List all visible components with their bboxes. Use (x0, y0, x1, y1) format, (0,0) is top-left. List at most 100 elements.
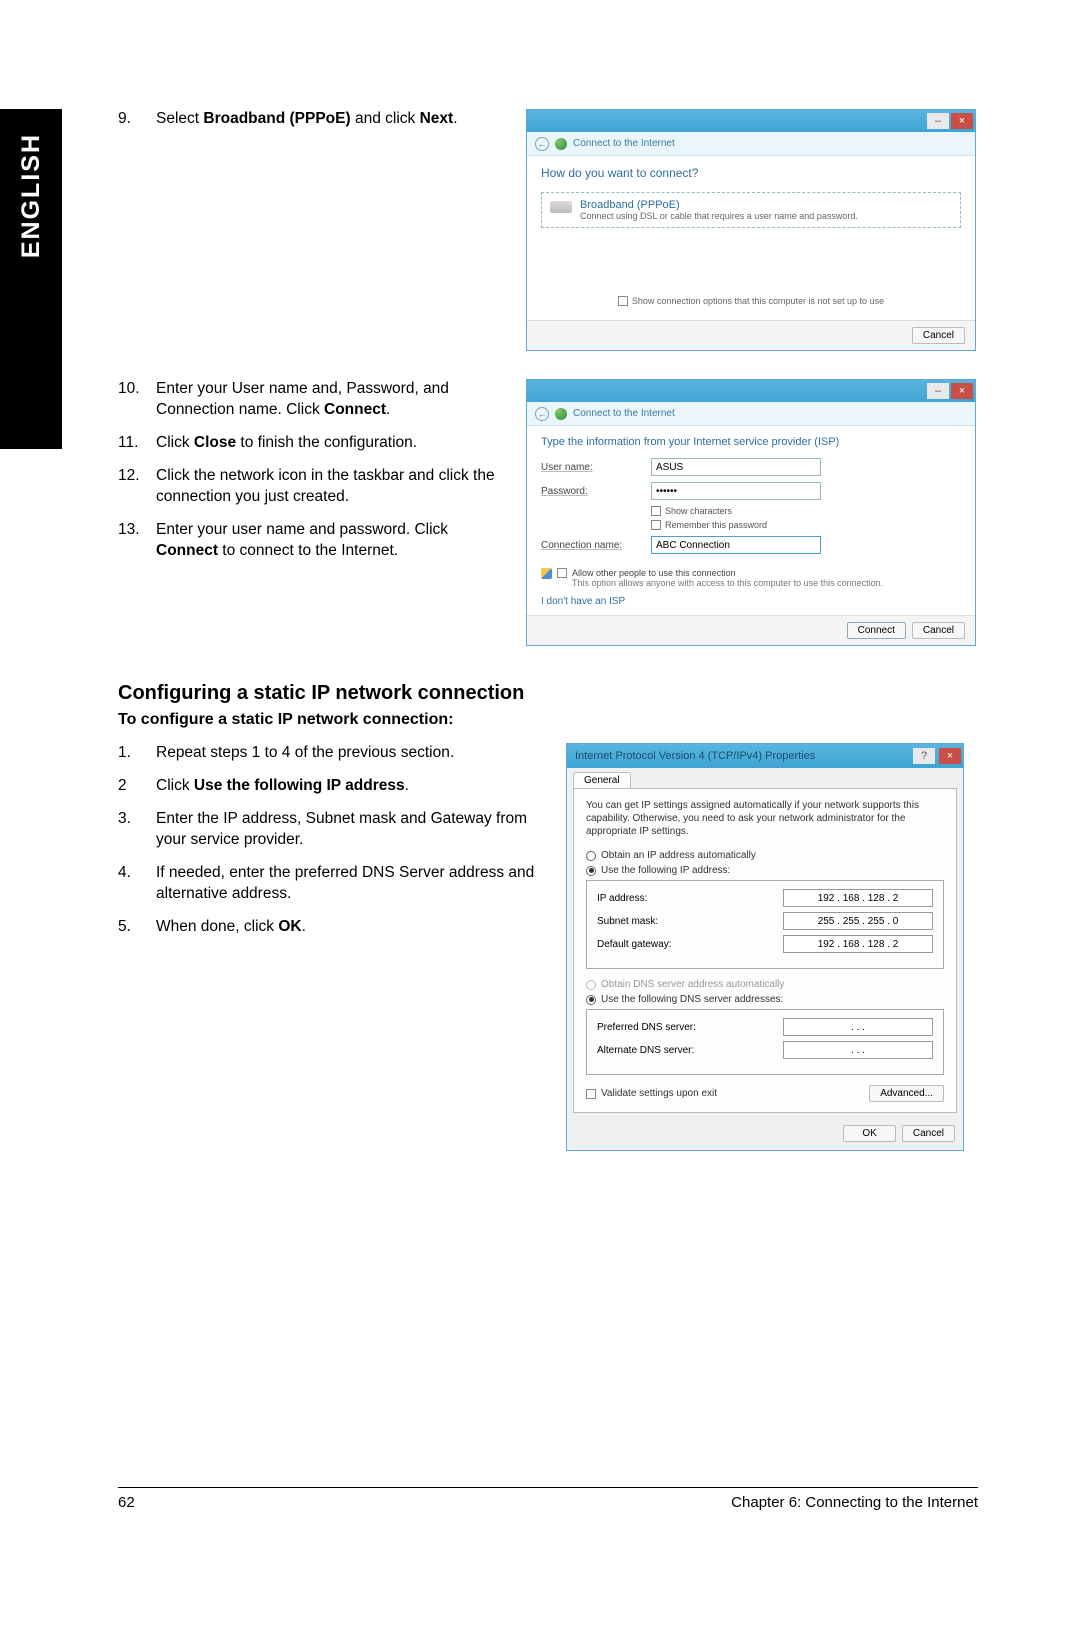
ipv4-description: You can get IP settings assigned automat… (586, 799, 944, 838)
step-number: 3. (118, 809, 156, 851)
alternate-dns-label: Alternate DNS server: (597, 1045, 694, 1056)
password-input[interactable]: •••••• (651, 482, 821, 500)
dns-fieldset: Preferred DNS server: . . . Alternate DNS… (586, 1009, 944, 1075)
show-options-checkbox[interactable]: Show connection options that this comput… (541, 296, 961, 306)
preferred-dns-input[interactable]: . . . (783, 1018, 933, 1036)
chapter-title: Chapter 6: Connecting to the Internet (731, 1494, 978, 1511)
alternate-dns-input[interactable]: . . . (783, 1041, 933, 1059)
close-icon[interactable]: × (939, 748, 961, 764)
radio-auto-ip[interactable]: Obtain an IP address automatically (586, 850, 944, 861)
dialog-breadcrumb: ← Connect to the Internet (527, 132, 975, 156)
tab-general[interactable]: General (573, 772, 631, 788)
advanced-button[interactable]: Advanced... (869, 1085, 944, 1102)
step-number: 12. (118, 466, 156, 508)
step-number: 1. (118, 743, 156, 764)
page-footer: 62 Chapter 6: Connecting to the Internet (118, 1487, 978, 1511)
ip-address-label: IP address: (597, 893, 647, 904)
step-number: 2 (118, 776, 156, 797)
username-input[interactable]: ASUS (651, 458, 821, 476)
no-isp-link[interactable]: I don't have an ISP (541, 596, 625, 607)
globe-icon (555, 408, 567, 420)
step-11: 11. Click Close to finish the configurat… (118, 433, 508, 454)
step-number: 11. (118, 433, 156, 454)
remember-password-checkbox[interactable]: Remember this password (651, 520, 961, 530)
checkbox-icon[interactable] (651, 506, 661, 516)
step-12: 12. Click the network icon in the taskba… (118, 466, 508, 508)
preferred-dns-label: Preferred DNS server: (597, 1022, 696, 1033)
step-text: Enter your user name and password. Click… (156, 520, 508, 562)
radio-icon[interactable] (586, 995, 596, 1005)
step-c4: 4. If needed, enter the preferred DNS Se… (118, 863, 548, 905)
radio-use-dns[interactable]: Use the following DNS server addresses: (586, 994, 944, 1005)
section-heading: Configuring a static IP network connecti… (118, 682, 978, 705)
step-text: Click Use the following IP address. (156, 776, 548, 797)
checkbox-icon[interactable] (557, 568, 567, 578)
minimize-icon[interactable]: – (927, 383, 949, 399)
dialog-heading: How do you want to connect? (541, 166, 961, 180)
radio-icon[interactable] (586, 866, 596, 876)
allow-others-option[interactable]: Allow other people to use this connectio… (572, 568, 883, 588)
step-text: Enter your User name and, Password, and … (156, 379, 508, 421)
step-9: 9. Select Broadband (PPPoE) and click Ne… (118, 109, 508, 130)
shield-icon (541, 568, 552, 579)
option-title: Broadband (PPPoE) (580, 199, 858, 211)
close-icon[interactable]: × (951, 113, 973, 129)
subnet-mask-label: Subnet mask: (597, 916, 658, 927)
step-text: Repeat steps 1 to 4 of the previous sect… (156, 743, 548, 764)
gateway-input[interactable]: 192 . 168 . 128 . 2 (783, 935, 933, 953)
ok-button[interactable]: OK (843, 1125, 895, 1142)
language-tab: ENGLISH (0, 109, 62, 449)
back-icon[interactable]: ← (535, 137, 549, 151)
step-number: 5. (118, 917, 156, 938)
step-number: 9. (118, 109, 156, 130)
cancel-button[interactable]: Cancel (912, 622, 965, 639)
subnet-mask-input[interactable]: 255 . 255 . 255 . 0 (783, 912, 933, 930)
cancel-button[interactable]: Cancel (902, 1125, 955, 1142)
connect-dialog-2: – × ← Connect to the Internet Type the i… (526, 379, 976, 646)
connection-name-input[interactable]: ABC Connection (651, 536, 821, 554)
step-text: If needed, enter the preferred DNS Serve… (156, 863, 548, 905)
radio-use-ip[interactable]: Use the following IP address: (586, 865, 944, 876)
pppoe-option[interactable]: Broadband (PPPoE) Connect using DSL or c… (541, 192, 961, 228)
close-icon[interactable]: × (951, 383, 973, 399)
step-10: 10. Enter your User name and, Password, … (118, 379, 508, 421)
ip-address-input[interactable]: 192 . 168 . 128 . 2 (783, 889, 933, 907)
back-icon[interactable]: ← (535, 407, 549, 421)
step-number: 13. (118, 520, 156, 562)
breadcrumb-text: Connect to the Internet (573, 138, 675, 149)
titlebar: Internet Protocol Version 4 (TCP/IPv4) P… (567, 744, 963, 768)
checkbox-icon[interactable] (586, 1089, 596, 1099)
step-number: 4. (118, 863, 156, 905)
checkbox-icon[interactable] (618, 296, 628, 306)
radio-icon[interactable] (586, 851, 596, 861)
step-text: Click Close to finish the configuration. (156, 433, 508, 454)
minimize-icon[interactable]: – (927, 113, 949, 129)
step-c5: 5. When done, click OK. (118, 917, 548, 938)
step-text: Click the network icon in the taskbar an… (156, 466, 508, 508)
titlebar: – × (527, 380, 975, 402)
language-label: ENGLISH (17, 133, 46, 258)
globe-icon (555, 138, 567, 150)
step-c2: 2 Click Use the following IP address. (118, 776, 548, 797)
help-icon[interactable]: ? (913, 748, 935, 764)
step-c1: 1. Repeat steps 1 to 4 of the previous s… (118, 743, 548, 764)
titlebar: – × (527, 110, 975, 132)
option-desc: Connect using DSL or cable that requires… (580, 211, 858, 221)
breadcrumb-text: Connect to the Internet (573, 408, 675, 419)
show-characters-checkbox[interactable]: Show characters (651, 506, 961, 516)
validate-checkbox[interactable]: Validate settings upon exit (586, 1088, 717, 1099)
connect-button[interactable]: Connect (847, 622, 906, 639)
checkbox-icon[interactable] (651, 520, 661, 530)
page-number: 62 (118, 1494, 135, 1511)
gateway-label: Default gateway: (597, 939, 672, 950)
step-text: When done, click OK. (156, 917, 548, 938)
username-label: User name: (541, 462, 651, 473)
step-13: 13. Enter your user name and password. C… (118, 520, 508, 562)
connect-dialog-1: – × ← Connect to the Internet How do you… (526, 109, 976, 351)
step-text: Enter the IP address, Subnet mask and Ga… (156, 809, 548, 851)
dialog-title: Internet Protocol Version 4 (TCP/IPv4) P… (575, 750, 815, 762)
cancel-button[interactable]: Cancel (912, 327, 965, 344)
connection-name-label: Connection name: (541, 540, 651, 551)
step-text: Select Broadband (PPPoE) and click Next. (156, 109, 508, 130)
step-number: 10. (118, 379, 156, 421)
